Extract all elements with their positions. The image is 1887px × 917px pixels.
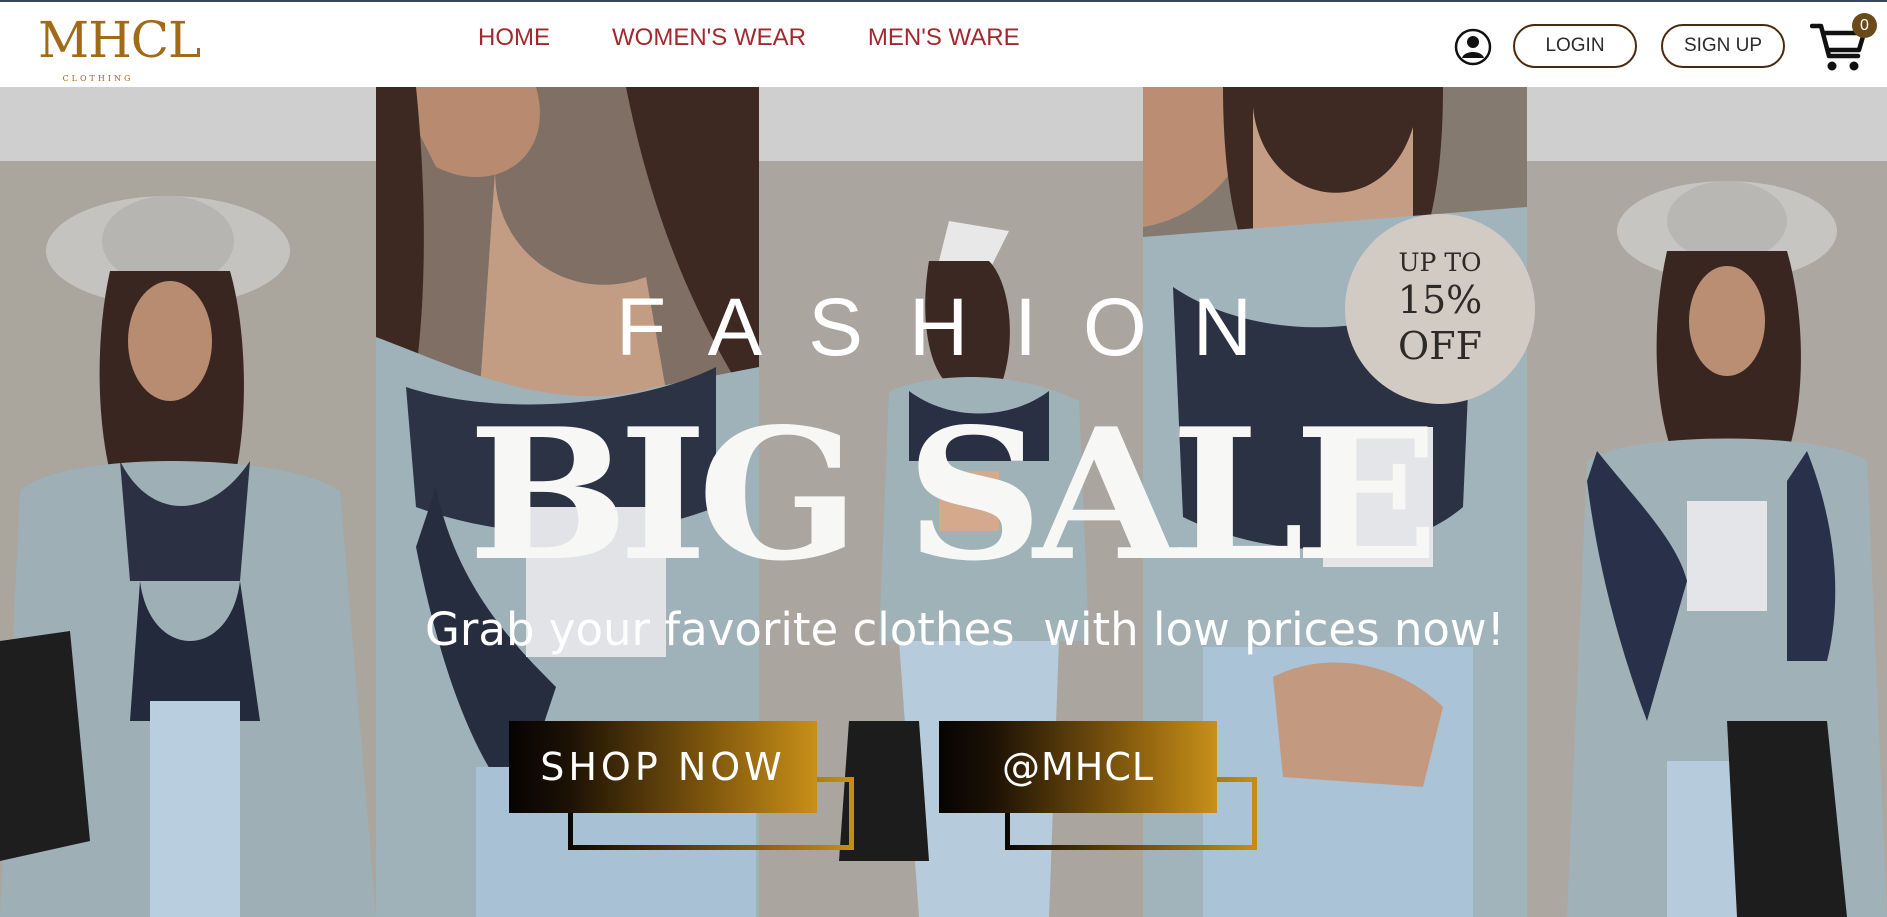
main-nav: HOME WOMEN'S WEAR MEN'S WARE (478, 24, 1082, 52)
hero-photo-1 (0, 161, 376, 917)
hero-headline: BIG SALE (468, 388, 1439, 601)
hero-tagline: Grab your favorite clothes with low pric… (425, 603, 1505, 656)
signup-button[interactable]: SIGN UP (1661, 24, 1785, 68)
user-circle-icon[interactable] (1454, 28, 1492, 66)
nav-mens-ware[interactable]: MEN'S WARE (868, 24, 1020, 52)
discount-badge: UP TO 15% OFF (1345, 214, 1535, 404)
nav-womens-wear[interactable]: WOMEN'S WEAR (612, 24, 806, 52)
badge-off: OFF (1398, 324, 1482, 368)
brand-logo[interactable]: MHCL CLOTHING (38, 11, 201, 83)
social-handle-button[interactable]: @MHCL (939, 721, 1217, 813)
cart-count-badge: 0 (1852, 13, 1877, 38)
login-button[interactable]: LOGIN (1513, 24, 1637, 68)
nav-home[interactable]: HOME (478, 24, 550, 52)
site-header: MHCL CLOTHING HOME WOMEN'S WEAR MEN'S WA… (0, 0, 1887, 87)
hero-photo-5 (1527, 161, 1887, 917)
shop-now-button[interactable]: SHOP NOW (509, 721, 817, 813)
logo-mark: MHCL (38, 11, 201, 69)
hero-eyebrow: FASHION (616, 282, 1298, 373)
badge-up-to: UP TO (1398, 248, 1482, 277)
hero-banner: FASHION BIG SALE Grab your favorite clot… (0, 87, 1887, 917)
badge-percent: 15% (1397, 278, 1483, 322)
logo-subtext: CLOTHING (62, 74, 134, 83)
